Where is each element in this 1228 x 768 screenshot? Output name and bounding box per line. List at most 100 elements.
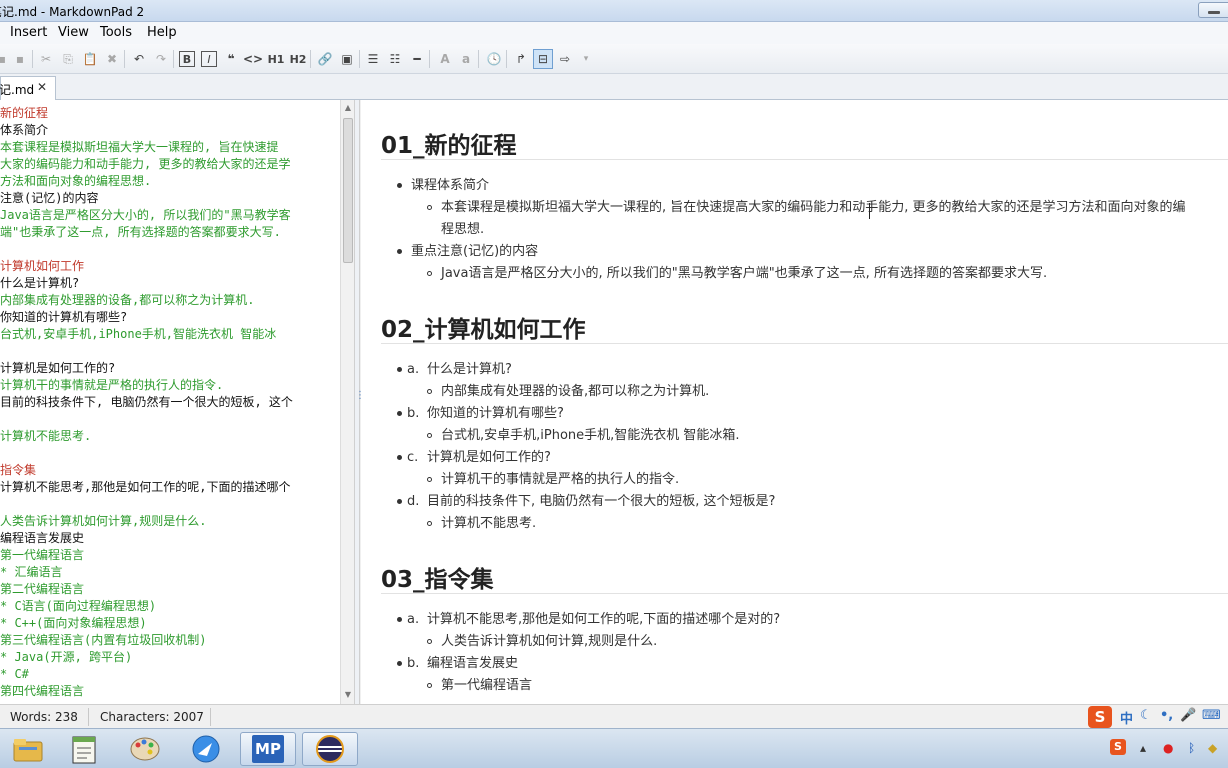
minimize-icon <box>1208 11 1220 14</box>
markdownpad-logo-icon: MP <box>252 735 284 763</box>
editor-line: 人类告诉计算机如何计算,规则是什么. <box>0 514 207 528</box>
sogou-tray-icon[interactable]: S <box>1110 739 1126 755</box>
network-icon[interactable]: ◆ <box>1208 741 1217 755</box>
editor-line: 体系简介 <box>0 123 49 137</box>
redo-icon[interactable]: ↷ <box>151 49 171 69</box>
paint-task[interactable] <box>117 732 173 766</box>
window-title: 笔记.md - MarkdownPad 2 <box>0 5 145 19</box>
live-preview-icon[interactable]: ⊟ <box>533 49 553 69</box>
editor-line: 方法和面向对象的编程思想. <box>0 174 152 188</box>
unordered-list-icon[interactable]: ☰ <box>363 49 383 69</box>
list-item-text: 什么是计算机? <box>427 362 512 377</box>
microphone-icon[interactable]: 🎤 <box>1180 708 1196 723</box>
ime-halfwidth-icon[interactable]: ☾ <box>1140 708 1152 723</box>
cut-icon[interactable]: ✂ <box>36 49 56 69</box>
ime-toolbar[interactable]: S 中 ☾ •, 🎤 ⌨ <box>1088 706 1228 728</box>
paste-icon[interactable]: 📋 <box>80 49 100 69</box>
character-count: Characters: 2007 <box>100 710 204 724</box>
tray-expand-icon[interactable]: ▴ <box>1140 741 1146 755</box>
scroll-thumb[interactable] <box>343 118 353 263</box>
quote-button[interactable]: ❝ <box>221 49 241 69</box>
editor-line: 注意(记忆)的内容 <box>0 191 99 205</box>
list-item-text: 计算机不能思考. <box>441 516 537 531</box>
minimize-button[interactable] <box>1198 2 1228 18</box>
preview-toggle-icon[interactable]: ↱ <box>511 49 531 69</box>
editor-line: 计算机不能思考. <box>0 429 92 443</box>
markdown-editor[interactable]: 新的征程 体系简介 本套课程是模拟斯坦福大学大一课程的, 旨在快速提 大家的编码能力和… <box>0 100 340 704</box>
uppercase-button[interactable]: A <box>435 49 455 69</box>
list-item: 重点注意(记忆)的内容 <box>397 241 538 263</box>
list-item: d. 目前的科技条件下, 电脑仍然有一个很大的短板, 这个短板是? <box>397 491 775 513</box>
scroll-down-icon[interactable]: ▼ <box>343 690 353 700</box>
bullet-icon <box>397 499 402 504</box>
browser-task[interactable] <box>178 732 234 766</box>
notepad-task[interactable] <box>56 732 112 766</box>
bluetooth-icon[interactable]: ᛒ <box>1188 741 1195 755</box>
delete-icon[interactable]: ✖ <box>102 49 122 69</box>
list-item-text: 课程体系简介 <box>411 178 490 193</box>
heading2-button[interactable]: H2 <box>288 49 308 69</box>
eclipse-task[interactable] <box>302 732 358 766</box>
list-marker: d. <box>407 494 420 509</box>
bullet-icon <box>397 249 402 254</box>
bullet-icon <box>427 433 432 438</box>
sub-list-item: 人类告诉计算机如何计算,规则是什么. <box>427 631 657 653</box>
sub-list-item: 内部集成有处理器的设备,都可以称之为计算机. <box>427 381 709 403</box>
title-bar: 笔记.md - MarkdownPad 2 <box>0 0 1228 22</box>
bold-button[interactable]: B <box>179 51 195 67</box>
scroll-up-icon[interactable]: ▲ <box>343 103 353 113</box>
list-item: a. 什么是计算机? <box>397 359 512 381</box>
italic-button[interactable]: I <box>201 51 217 67</box>
editor-line: 第一代编程语言 <box>0 548 85 562</box>
lowercase-button[interactable]: a <box>456 49 476 69</box>
preview-heading: 03_指令集 <box>381 567 494 593</box>
list-item: b. 你知道的计算机有哪些? <box>397 403 564 425</box>
menu-tools[interactable]: Tools <box>100 25 132 40</box>
editor-line: Java语言是严格区分大小的, 所以我们的"黑马教学客 <box>0 208 291 222</box>
toolbar-separator <box>124 50 125 68</box>
sub-list-item: 第一代编程语言 <box>427 675 532 697</box>
editor-heading-line: 指令集 <box>0 463 37 477</box>
paint-palette-icon <box>130 737 160 761</box>
file-explorer-task[interactable] <box>0 732 56 766</box>
menu-view[interactable]: View <box>58 25 89 40</box>
image-icon[interactable]: ▣ <box>337 49 357 69</box>
editor-line: 什么是计算机? <box>0 276 80 290</box>
toolbar-overflow-icon[interactable]: ▾ <box>576 49 596 69</box>
menu-help[interactable]: Help <box>147 25 177 40</box>
sogou-ime-icon[interactable]: S <box>1088 706 1112 728</box>
copy-icon[interactable]: ⎘ <box>58 49 78 69</box>
close-icon[interactable]: ✕ <box>37 80 47 94</box>
timestamp-icon[interactable]: 🕓 <box>484 49 504 69</box>
ime-punctuation-icon[interactable]: •, <box>1160 708 1173 723</box>
editor-heading-line: 新的征程 <box>0 106 49 120</box>
pane-splitter[interactable]: ⋮ <box>354 100 365 704</box>
keyboard-icon[interactable]: ⌨ <box>1202 708 1221 723</box>
list-marker: b. <box>407 656 420 671</box>
save-all-icon[interactable]: ▪ <box>10 49 30 69</box>
text-cursor-icon <box>869 203 870 219</box>
editor-heading-line: 计算机如何工作 <box>0 259 85 273</box>
editor-line: 计算机不能思考,那他是如何工作的呢,下面的描述哪个 <box>0 480 291 494</box>
folder-icon <box>13 739 43 762</box>
link-icon[interactable]: 🔗 <box>315 49 335 69</box>
browser-icon <box>192 735 220 763</box>
horizontal-rule-icon[interactable]: ━ <box>407 49 427 69</box>
markdownpad-task[interactable]: MP <box>240 732 296 766</box>
undo-icon[interactable]: ↶ <box>129 49 149 69</box>
heading1-button[interactable]: H1 <box>266 49 286 69</box>
editor-line: 第三代编程语言(内置有垃圾回收机制) <box>0 633 207 647</box>
list-item-text: 程思想. <box>441 222 485 237</box>
editor-line: 计算机是如何工作的? <box>0 361 116 375</box>
antivirus-tray-icon[interactable]: ● <box>1163 741 1173 755</box>
taskbar: MP S ▴ ● ᛒ ◆ <box>0 728 1228 768</box>
menu-insert[interactable]: Insert <box>10 25 47 40</box>
editor-line: 内部集成有处理器的设备,都可以称之为计算机. <box>0 293 255 307</box>
editor-scrollbar[interactable]: ▲ ▼ <box>340 100 354 704</box>
tab-document[interactable]: 笔记.md ✕ <box>0 76 56 100</box>
export-icon[interactable]: ⇨ <box>555 49 575 69</box>
ime-chinese-mode[interactable]: 中 <box>1120 708 1133 727</box>
notepad-icon <box>72 736 96 764</box>
ordered-list-icon[interactable]: ☷ <box>385 49 405 69</box>
code-button[interactable]: <> <box>243 49 263 69</box>
